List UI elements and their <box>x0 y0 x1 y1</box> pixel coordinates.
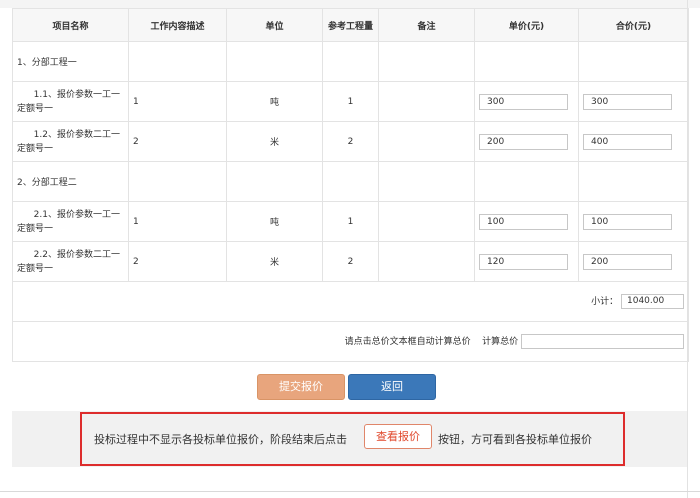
total-price-cell <box>578 81 689 122</box>
item-desc: 1 <box>128 81 227 122</box>
subtotal-label: 小计： <box>591 297 619 307</box>
header-total-price: 合价(元) <box>578 8 689 42</box>
item-remark <box>378 241 475 282</box>
empty-cell <box>474 161 579 202</box>
item-name-cell: 2.2、报价参数二工一 定额号一 <box>12 241 129 282</box>
view-quotes-button[interactable]: 查看报价 <box>364 424 432 449</box>
unit-price-input[interactable] <box>479 93 568 110</box>
total-price-cell <box>578 201 689 242</box>
item-qty: 2 <box>322 241 379 282</box>
item-qty: 2 <box>322 121 379 162</box>
notice-text-before: 投标过程中不显示各投标单位报价，阶段结束后点击 <box>94 433 347 446</box>
back-button[interactable]: 返回 <box>348 374 436 400</box>
empty-cell <box>378 41 475 82</box>
table-row: 2.2、报价参数二工一 定额号一 2 米 2 <box>12 241 689 282</box>
empty-cell <box>378 161 475 202</box>
item-name-cell: 2.1、报价参数一工一 定额号一 <box>12 201 129 242</box>
header-qty: 参考工程量 <box>322 8 379 42</box>
subtotal-input[interactable] <box>621 294 684 309</box>
total-price-cell <box>578 241 689 282</box>
item-name-line1: 1.1、报价参数一工一 <box>33 89 120 100</box>
item-name-line1: 2.2、报价参数二工一 <box>33 249 120 260</box>
empty-cell <box>322 41 379 82</box>
total-price-input[interactable] <box>583 93 672 110</box>
item-qty: 1 <box>322 81 379 122</box>
header-desc: 工作内容描述 <box>128 8 227 42</box>
header-unit-price: 单价(元) <box>474 8 579 42</box>
item-unit: 吨 <box>226 201 323 242</box>
calc-total-row: 请点击总价文本框自动计算总价 计算总价 <box>12 321 689 362</box>
header-remark: 备注 <box>378 8 475 42</box>
top-bar <box>0 0 700 8</box>
item-remark <box>378 81 475 122</box>
scroll-edge <box>687 0 688 498</box>
empty-cell <box>578 41 689 82</box>
item-desc: 2 <box>128 241 227 282</box>
total-price-input[interactable] <box>583 253 672 270</box>
empty-cell <box>226 161 323 202</box>
empty-cell <box>226 41 323 82</box>
section-row: 2、分部工程二 <box>12 161 689 202</box>
item-name-cell: 1.1、报价参数一工一 定额号一 <box>12 81 129 122</box>
unit-price-cell <box>474 241 579 282</box>
total-price-cell <box>578 121 689 162</box>
item-unit: 米 <box>226 121 323 162</box>
item-desc: 1 <box>128 201 227 242</box>
section-title: 2、分部工程二 <box>12 161 129 202</box>
quote-table: 项目名称 工作内容描述 单位 参考工程量 备注 单价(元) 合价(元) 1、分部… <box>12 8 689 362</box>
table-row: 1.1、报价参数一工一 定额号一 1 吨 1 <box>12 81 689 122</box>
item-name-cell: 1.2、报价参数二工一 定额号一 <box>12 121 129 162</box>
header-unit: 单位 <box>226 8 323 42</box>
table-row: 2.1、报价参数一工一 定额号一 1 吨 1 <box>12 201 689 242</box>
item-unit: 米 <box>226 241 323 282</box>
item-name-line2: 定额号一 <box>17 223 54 234</box>
item-name-line1: 2.1、报价参数一工一 <box>33 209 120 220</box>
unit-price-cell <box>474 81 579 122</box>
empty-cell <box>578 161 689 202</box>
table-header-row: 项目名称 工作内容描述 单位 参考工程量 备注 单价(元) 合价(元) <box>12 8 689 42</box>
header-name: 项目名称 <box>12 8 129 42</box>
item-name-line1: 1.2、报价参数二工一 <box>33 129 120 140</box>
empty-cell <box>128 161 227 202</box>
item-qty: 1 <box>322 201 379 242</box>
calc-total-input[interactable] <box>521 334 684 349</box>
unit-price-input[interactable] <box>479 213 568 230</box>
subtotal-cell: 小计： <box>12 281 689 322</box>
calc-hint: 请点击总价文本框自动计算总价 <box>344 337 471 347</box>
item-name-line2: 定额号一 <box>17 103 54 114</box>
empty-cell <box>474 41 579 82</box>
item-unit: 吨 <box>226 81 323 122</box>
total-price-input[interactable] <box>583 213 672 230</box>
submit-quote-button[interactable]: 提交报价 <box>257 374 345 400</box>
unit-price-input[interactable] <box>479 253 568 270</box>
section-row: 1、分部工程一 <box>12 41 689 82</box>
unit-price-cell <box>474 121 579 162</box>
item-remark <box>378 121 475 162</box>
calc-total-label: 计算总价 <box>482 337 519 347</box>
total-price-input[interactable] <box>583 133 672 150</box>
section-title: 1、分部工程一 <box>12 41 129 82</box>
item-remark <box>378 201 475 242</box>
empty-cell <box>128 41 227 82</box>
empty-cell <box>322 161 379 202</box>
bottom-divider <box>0 491 700 492</box>
notice-text-after: 按钮，方可看到各投标单位报价 <box>438 433 592 446</box>
subtotal-row: 小计： <box>12 281 689 322</box>
table-row: 1.2、报价参数二工一 定额号一 2 米 2 <box>12 121 689 162</box>
item-name-line2: 定额号一 <box>17 263 54 274</box>
item-desc: 2 <box>128 121 227 162</box>
unit-price-cell <box>474 201 579 242</box>
item-name-line2: 定额号一 <box>17 143 54 154</box>
calc-total-cell: 请点击总价文本框自动计算总价 计算总价 <box>12 321 689 362</box>
unit-price-input[interactable] <box>479 133 568 150</box>
